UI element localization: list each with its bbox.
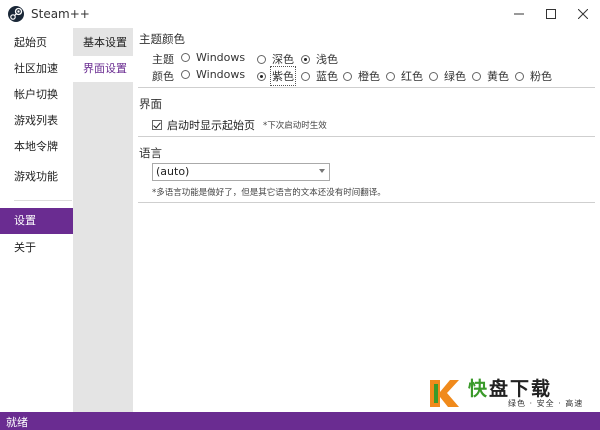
radio-icon [301,71,310,81]
theme-option-light[interactable]: 浅色 [301,51,338,67]
sidebar-item-game-list[interactable]: 游戏列表 [0,108,73,134]
radio-icon [515,71,524,81]
maximize-button[interactable] [535,0,567,28]
theme-section-title: 主题颜色 [139,32,185,46]
app-window: Steam++ 起始页 社区加速 帐户切换 游戏列表 本地令牌 游戏功能 设置 … [0,0,600,430]
sidebar-divider [14,200,72,201]
minimize-button[interactable] [503,0,535,28]
interface-section-title: 界面 [139,97,162,111]
watermark-rest: 盘下载 [489,378,553,400]
chevron-down-icon [319,169,325,173]
site-watermark: 快盘下载 绿色 · 安全 · 高速 [426,374,598,412]
color-option-red[interactable]: 红色 [386,68,423,84]
option-label: 深色 [272,53,294,66]
radio-icon [343,71,352,81]
tab-ui-settings[interactable]: 界面设置 [73,56,133,82]
checkbox-checked-icon [152,120,162,130]
maximize-icon [546,9,556,19]
sidebar-item-local-auth[interactable]: 本地令牌 [0,134,73,160]
close-icon [578,9,588,19]
theme-option-dark[interactable]: 深色 [257,51,294,67]
option-label: 橙色 [358,70,380,83]
color-option-blue[interactable]: 蓝色 [301,68,338,84]
kuaipan-logo-icon [426,376,460,410]
sidebar-item-community-proxy[interactable]: 社区加速 [0,56,73,82]
option-label: Windows [196,51,246,64]
color-option-yellow[interactable]: 黄色 [472,68,509,84]
option-label: 紫色 [270,66,296,86]
radio-icon [472,71,481,81]
section-divider [138,202,595,203]
color-option-purple[interactable]: 紫色 [257,66,296,86]
sidebar-item-about[interactable]: 关于 [0,235,73,261]
color-option-orange[interactable]: 橙色 [343,68,380,84]
option-label: 蓝色 [316,70,338,83]
section-divider [138,87,595,88]
checkbox-label: 启动时显示起始页 [167,119,255,132]
title-bar[interactable]: Steam++ [0,0,600,28]
option-label: 绿色 [444,70,466,83]
option-label: Windows [196,68,246,81]
status-bar: 就绪 [0,412,600,430]
language-select-value: (auto) [156,165,190,178]
language-select[interactable]: (auto) [152,163,330,181]
option-label: 红色 [401,70,423,83]
sidebar: 起始页 社区加速 帐户切换 游戏列表 本地令牌 游戏功能 设置 关于 [0,28,73,412]
radio-icon [181,70,190,79]
show-start-page-checkbox[interactable]: 启动时显示起始页 [152,117,255,133]
steam-logo-icon [8,6,24,22]
radio-icon [386,71,395,81]
close-button[interactable] [567,0,599,28]
watermark-tagline: 绿色 · 安全 · 高速 [508,399,584,408]
radio-selected-icon [301,54,310,64]
theme-row-label: 主题 [152,53,174,66]
settings-content: 主题颜色 主题 Windows 深色 浅色 颜色 Windows 紫色 蓝色 橙… [133,28,600,412]
option-label: 粉色 [530,70,552,83]
minimize-icon [514,13,524,15]
status-text: 就绪 [6,416,28,429]
color-option-windows[interactable]: Windows [181,68,245,81]
sidebar-item-game-features[interactable]: 游戏功能 [0,164,73,190]
settings-subnav: 基本设置 界面设置 [73,28,133,412]
sidebar-item-settings[interactable]: 设置 [0,208,73,234]
radio-icon [429,71,438,81]
section-divider [138,136,595,137]
radio-icon [181,53,190,62]
option-label: 浅色 [316,53,338,66]
option-label: 黄色 [487,70,509,83]
color-option-pink[interactable]: 粉色 [515,68,552,84]
theme-option-windows[interactable]: Windows [181,51,245,64]
radio-selected-icon [257,71,266,81]
sidebar-item-account-switch[interactable]: 帐户切换 [0,82,73,108]
tab-basic-settings[interactable]: 基本设置 [73,30,133,56]
watermark-title: 快盘下载 [468,374,552,401]
app-title: Steam++ [31,7,90,21]
watermark-kuai: 快 [468,378,490,400]
language-hint: *多语言功能是做好了，但是其它语言的文本还没有时间翻译。 [152,188,386,198]
color-option-green[interactable]: 绿色 [429,68,466,84]
radio-icon [257,54,266,64]
interface-hint: *下次启动时生效 [263,121,327,131]
language-section-title: 语言 [139,146,162,160]
color-row-label: 颜色 [152,70,174,83]
sidebar-item-start-page[interactable]: 起始页 [0,30,73,56]
